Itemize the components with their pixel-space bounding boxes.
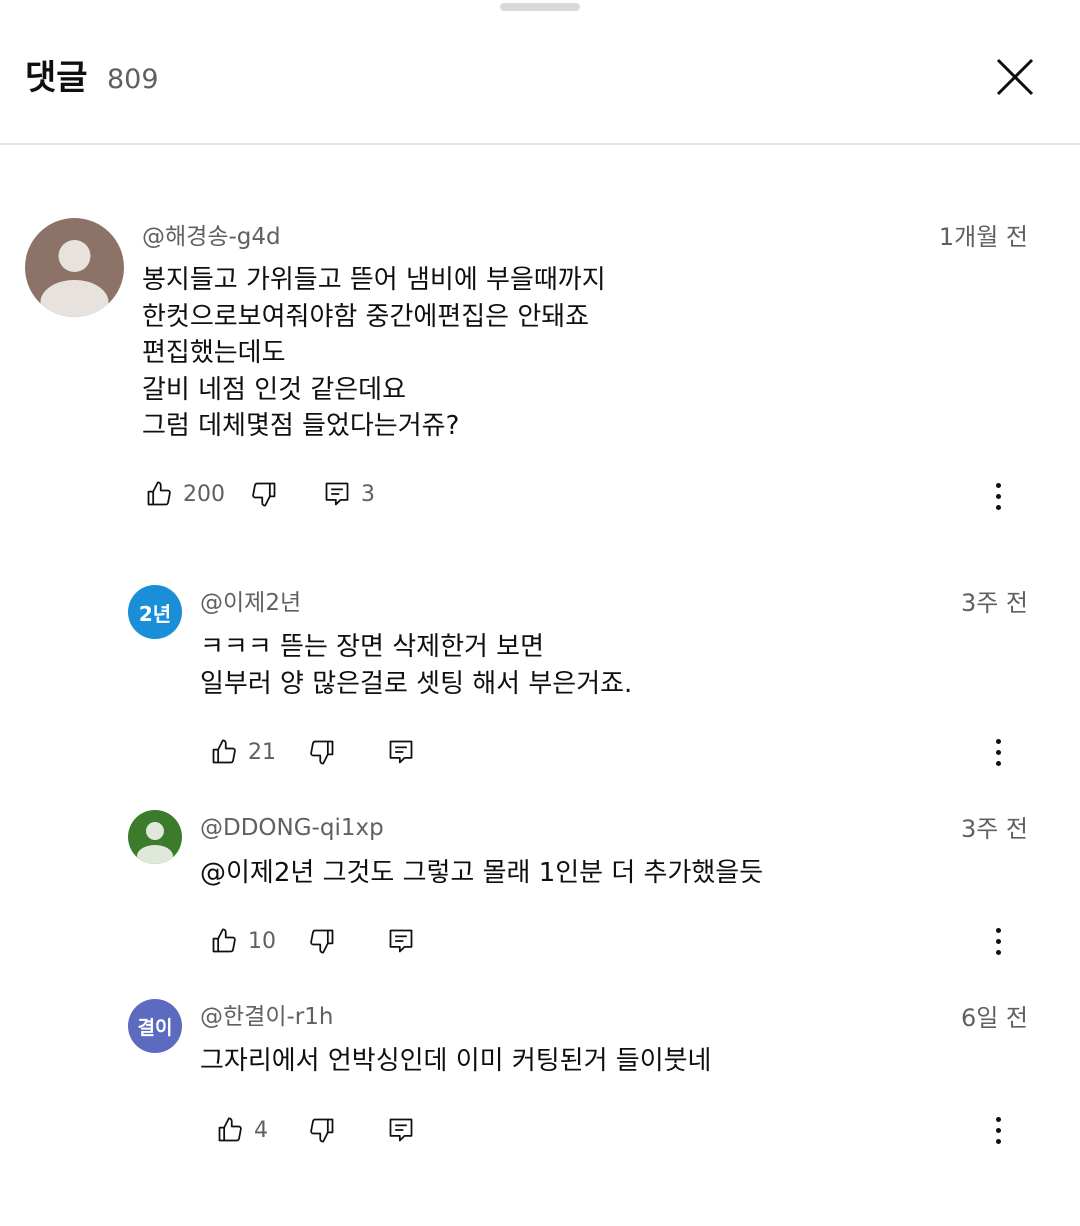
- default-avatar-icon: [40, 240, 109, 317]
- like-count: 4: [254, 1117, 268, 1143]
- comment-author[interactable]: @DDONG-qi1xp: [200, 813, 384, 843]
- thumb-up-icon: [147, 481, 171, 506]
- reply-icon: [389, 740, 413, 764]
- comment-text-line: 일부러 양 많은걸로 셋팅 해서 부은거죠.: [200, 668, 633, 699]
- comment-time: 6일 전: [960, 1004, 1028, 1032]
- comment-text-line: 그럼 데체몇점 들었다는거쥬?: [142, 411, 460, 441]
- reply-button[interactable]: [387, 732, 415, 772]
- comment-text-line: 한컷으로보여줘야함 중간에편집은 안돼죠: [142, 301, 590, 332]
- like-count: 10: [248, 928, 276, 954]
- comment-text-line: 봉지들고 가위들고 뜯어 냄비에 부을때까지: [142, 265, 606, 295]
- thumb-up-icon: [218, 1117, 242, 1142]
- reply-count: 3: [361, 481, 375, 507]
- avatar[interactable]: 2년: [128, 585, 182, 639]
- more-vertical-icon: [995, 1116, 1001, 1122]
- comment-actions: 200 3: [0, 474, 1080, 514]
- more-vertical-icon: [995, 927, 1001, 933]
- avatar[interactable]: [128, 810, 182, 864]
- comment-text-line: 그자리에서 언박싱인데 이미 커팅된거 들이붓네: [200, 1046, 712, 1076]
- avatar[interactable]: [25, 218, 124, 317]
- comment-count: 809: [107, 64, 159, 95]
- dislike-button[interactable]: [308, 921, 336, 961]
- reply-icon: [389, 1118, 413, 1142]
- more-options-button[interactable]: [986, 1110, 1010, 1150]
- like-button[interactable]: 4: [216, 1110, 268, 1150]
- thumb-up-icon: [212, 928, 236, 953]
- comment-text-line: 갈비 네점 인것 같은데요: [142, 374, 406, 405]
- comment-author[interactable]: @해경송-g4d: [142, 222, 281, 252]
- comment-author[interactable]: @한결이-r1h: [200, 1002, 333, 1032]
- comment-actions: 4: [0, 1110, 1080, 1150]
- comment-text: ㅋㅋㅋ 뜯는 장면 삭제한거 보면 일부러 양 많은걸로 셋팅 해서 부은거죠.: [200, 629, 632, 702]
- like-count: 200: [183, 481, 225, 507]
- comment-text: 봉지들고 가위들고 뜯어 냄비에 부을때까지 한컷으로보여줘야함 중간에편집은 …: [142, 262, 606, 445]
- thumb-down-icon: [310, 929, 334, 954]
- like-button[interactable]: 200: [145, 474, 225, 514]
- like-button[interactable]: 10: [210, 921, 276, 961]
- more-options-button[interactable]: [986, 921, 1010, 961]
- comment-text: @이제2년 그것도 그렇고 몰래 1인분 더 추가했을듯: [200, 855, 763, 892]
- more-vertical-icon: [995, 482, 1001, 488]
- comment-text-line: 편집했는데도: [142, 338, 286, 368]
- thumb-down-icon: [310, 1118, 334, 1143]
- dislike-button[interactable]: [250, 474, 278, 514]
- comment-text-line: @이제2년 그것도 그렇고 몰래 1인분 더 추가했을듯: [200, 858, 764, 888]
- thumb-down-icon: [252, 482, 276, 507]
- page-title: 댓글: [25, 58, 88, 98]
- close-button[interactable]: [990, 52, 1040, 102]
- dislike-button[interactable]: [308, 732, 336, 772]
- comment-actions: 10: [0, 921, 1080, 961]
- comment-text: 그자리에서 언박싱인데 이미 커팅된거 들이붓네: [200, 1043, 711, 1080]
- reply-icon: [389, 929, 413, 953]
- comments-header: 댓글 809: [0, 0, 1080, 145]
- comment-author[interactable]: @이제2년: [200, 588, 301, 618]
- comment-text-line: ㅋㅋㅋ 뜯는 장면 삭제한거 보면: [200, 632, 545, 662]
- avatar[interactable]: 결이: [128, 999, 182, 1053]
- more-options-button[interactable]: [986, 732, 1010, 772]
- reply-button[interactable]: [387, 1110, 415, 1150]
- default-avatar-icon: [137, 822, 173, 864]
- comment-actions: 21: [0, 732, 1080, 772]
- more-vertical-icon: [995, 738, 1001, 744]
- thumb-down-icon: [310, 740, 334, 765]
- close-icon: [996, 58, 1034, 96]
- thumb-up-icon: [212, 739, 236, 764]
- comment-time: 3주 전: [960, 815, 1028, 843]
- dislike-button[interactable]: [308, 1110, 336, 1150]
- avatar-text: 2년: [138, 601, 172, 626]
- avatar-text: 결이: [137, 1016, 173, 1039]
- like-button[interactable]: 21: [210, 732, 276, 772]
- like-count: 21: [248, 739, 276, 765]
- reply-button[interactable]: [387, 921, 415, 961]
- reply-icon: [325, 482, 349, 506]
- comment-time: 1개월 전: [938, 223, 1028, 251]
- reply-button[interactable]: 3: [323, 474, 375, 514]
- comment-time: 3주 전: [960, 589, 1028, 617]
- more-options-button[interactable]: [986, 476, 1010, 516]
